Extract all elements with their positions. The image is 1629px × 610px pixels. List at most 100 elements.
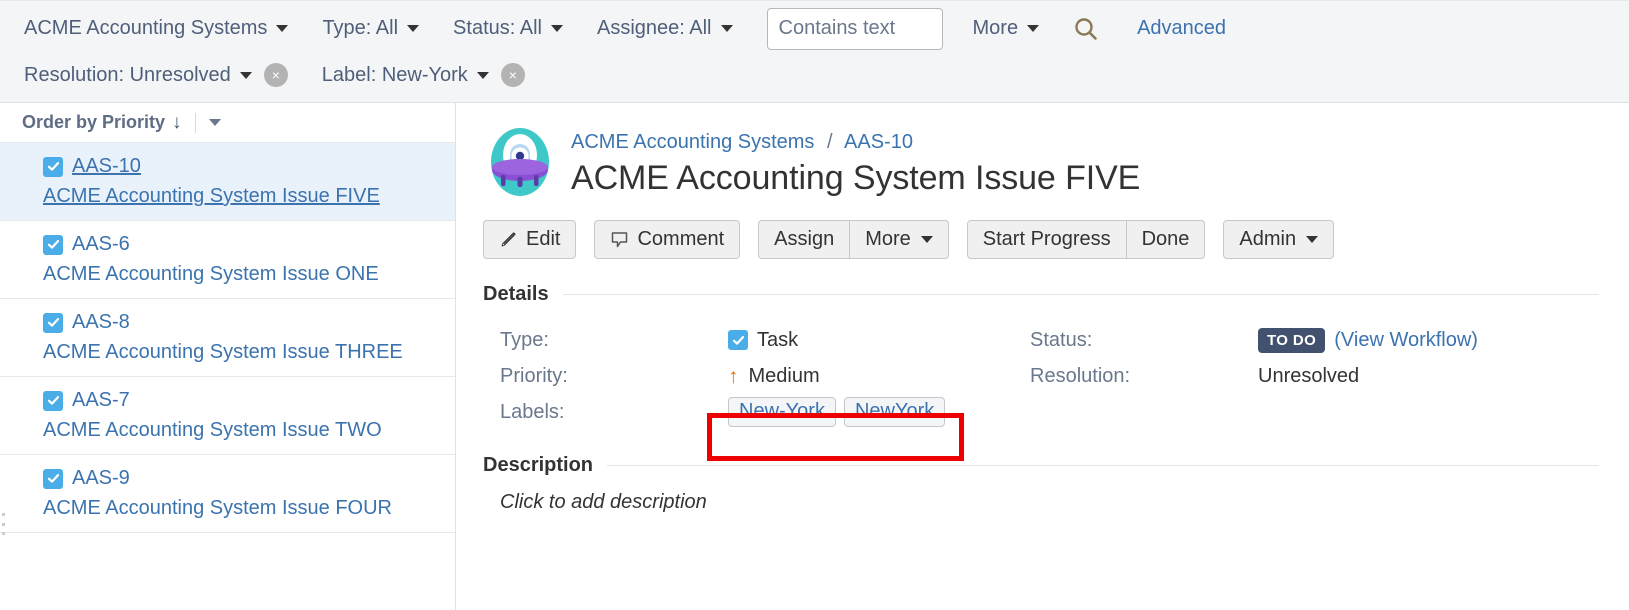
- issue-action-toolbar: Edit Comment Assign More: [457, 220, 1629, 259]
- edit-button[interactable]: Edit: [483, 220, 576, 259]
- assign-button[interactable]: Assign: [758, 220, 850, 259]
- type-filter-label: Type: All: [322, 17, 398, 40]
- clear-resolution-filter-button[interactable]: ×: [264, 63, 288, 87]
- field-type: Type: Task: [500, 322, 1030, 358]
- list-item[interactable]: AAS-6 ACME Accounting System Issue ONE: [0, 221, 455, 299]
- field-labels: Labels: New-York NewYork: [500, 394, 1030, 430]
- breadcrumb-issue-key-link[interactable]: AAS-10: [844, 131, 913, 153]
- issue-header: ACME Accounting Systems / AAS-10 ACME Ac…: [457, 103, 1629, 199]
- status-field-label: Status:: [1030, 329, 1258, 352]
- issue-summary-link[interactable]: ACME Accounting System Issue THREE: [43, 341, 455, 364]
- chevron-down-icon: [1027, 25, 1039, 32]
- sidebar-resize-handle[interactable]: [2, 513, 6, 535]
- start-progress-label: Start Progress: [983, 228, 1111, 251]
- label-chip-newyork[interactable]: NewYork: [844, 397, 945, 427]
- chevron-down-icon: [240, 72, 252, 79]
- admin-button-label: Admin: [1239, 228, 1296, 251]
- pencil-icon: [499, 230, 518, 249]
- breadcrumb-separator: /: [827, 131, 833, 153]
- label-filter-dropdown[interactable]: Label: New-York: [322, 64, 489, 87]
- issue-key-row: AAS-8: [43, 311, 455, 334]
- chevron-down-icon: [276, 25, 288, 32]
- project-avatar: [483, 125, 557, 199]
- list-item[interactable]: AAS-8 ACME Accounting System Issue THREE: [0, 299, 455, 377]
- task-type-icon: [43, 235, 63, 255]
- drag-dot: [2, 513, 5, 516]
- labels-field-label: Labels:: [500, 401, 728, 424]
- type-field-label: Type:: [500, 329, 728, 352]
- status-filter-dropdown[interactable]: Status: All: [453, 17, 563, 40]
- issue-key-row: AAS-7: [43, 389, 455, 412]
- type-value-text: Task: [757, 329, 798, 352]
- start-progress-button[interactable]: Start Progress: [967, 220, 1127, 259]
- chevron-down-icon[interactable]: [209, 119, 221, 126]
- issue-key-row: AAS-6: [43, 233, 455, 256]
- list-item[interactable]: AAS-7 ACME Accounting System Issue TWO: [0, 377, 455, 455]
- drag-dot: [2, 523, 5, 526]
- issue-key-row: AAS-10: [43, 155, 455, 178]
- search-icon[interactable]: [1073, 16, 1099, 42]
- resolution-filter-dropdown[interactable]: Resolution: Unresolved: [24, 64, 252, 87]
- issue-header-text: ACME Accounting Systems / AAS-10 ACME Ac…: [571, 125, 1140, 199]
- order-by-label[interactable]: Order by Priority: [22, 112, 165, 133]
- comment-button[interactable]: Comment: [594, 220, 740, 259]
- chevron-down-icon: [477, 72, 489, 79]
- task-type-icon: [43, 391, 63, 411]
- breadcrumb: ACME Accounting Systems / AAS-10: [571, 131, 1140, 154]
- description-placeholder[interactable]: Click to add description: [457, 491, 1629, 514]
- sort-direction-icon[interactable]: ↓: [172, 112, 182, 134]
- project-filter-label: ACME Accounting Systems: [24, 17, 267, 40]
- toolbar-divider: [195, 113, 196, 133]
- edit-button-group: Edit: [483, 220, 576, 259]
- filter-row-secondary: Resolution: Unresolved × Label: New-York…: [0, 52, 1629, 98]
- chevron-down-icon: [1306, 236, 1318, 243]
- contains-text-input[interactable]: [767, 8, 943, 50]
- chevron-down-icon: [921, 236, 933, 243]
- breadcrumb-project-link[interactable]: ACME Accounting Systems: [571, 131, 814, 153]
- comment-bubble-icon: [610, 230, 629, 249]
- issue-detail-pane: ACME Accounting Systems / AAS-10 ACME Ac…: [457, 103, 1629, 610]
- advanced-search-link[interactable]: Advanced: [1137, 17, 1226, 40]
- assignee-filter-dropdown[interactable]: Assignee: All: [597, 17, 733, 40]
- view-workflow-link[interactable]: (View Workflow): [1334, 329, 1478, 352]
- resolution-field-value: Unresolved: [1258, 365, 1359, 388]
- search-filter-bar: ACME Accounting Systems Type: All Status…: [0, 0, 1629, 103]
- issue-list: AAS-10 ACME Accounting System Issue FIVE…: [0, 143, 455, 533]
- assignee-filter-label: Assignee: All: [597, 17, 712, 40]
- admin-button[interactable]: Admin: [1223, 220, 1334, 259]
- field-status: Status: TO DO (View Workflow): [1030, 322, 1560, 358]
- issue-key-link[interactable]: AAS-7: [72, 389, 130, 412]
- drag-dot: [2, 532, 5, 535]
- project-filter-dropdown[interactable]: ACME Accounting Systems: [24, 17, 288, 40]
- issue-summary-link[interactable]: ACME Accounting System Issue FOUR: [43, 497, 455, 520]
- details-heading: Details: [483, 283, 549, 306]
- priority-value-text: Medium: [749, 365, 820, 388]
- issue-summary-link[interactable]: ACME Accounting System Issue ONE: [43, 263, 455, 286]
- filter-row-primary: ACME Accounting Systems Type: All Status…: [0, 1, 1629, 52]
- done-button-label: Done: [1142, 228, 1190, 251]
- status-badge[interactable]: TO DO: [1258, 328, 1325, 353]
- more-actions-button[interactable]: More: [849, 220, 949, 259]
- type-filter-dropdown[interactable]: Type: All: [322, 17, 419, 40]
- done-button[interactable]: Done: [1126, 220, 1206, 259]
- label-chip-new-york[interactable]: New-York: [728, 397, 836, 427]
- issue-list-sort-header: Order by Priority ↓: [0, 103, 455, 143]
- admin-button-group: Admin: [1223, 220, 1334, 259]
- task-type-icon: [43, 469, 63, 489]
- resolution-filter-label: Resolution: Unresolved: [24, 64, 231, 87]
- list-item[interactable]: AAS-10 ACME Accounting System Issue FIVE: [0, 143, 455, 221]
- issue-key-link[interactable]: AAS-9: [72, 467, 130, 490]
- list-item[interactable]: AAS-9 ACME Accounting System Issue FOUR: [0, 455, 455, 533]
- details-field-grid: Type: Task Priority: ↑ Medium Labels:: [457, 322, 1629, 430]
- description-section-header: Description: [457, 454, 1629, 477]
- issue-summary-link[interactable]: ACME Accounting System Issue FIVE: [43, 185, 455, 208]
- more-filters-dropdown[interactable]: More: [973, 17, 1040, 40]
- issue-key-link[interactable]: AAS-6: [72, 233, 130, 256]
- comment-button-label: Comment: [637, 228, 724, 251]
- priority-medium-arrow-icon: ↑: [728, 366, 739, 387]
- issue-key-link[interactable]: AAS-8: [72, 311, 130, 334]
- clear-label-filter-button[interactable]: ×: [501, 63, 525, 87]
- issue-key-link[interactable]: AAS-10: [72, 155, 141, 178]
- issue-summary-link[interactable]: ACME Accounting System Issue TWO: [43, 419, 455, 442]
- assign-button-label: Assign: [774, 228, 834, 251]
